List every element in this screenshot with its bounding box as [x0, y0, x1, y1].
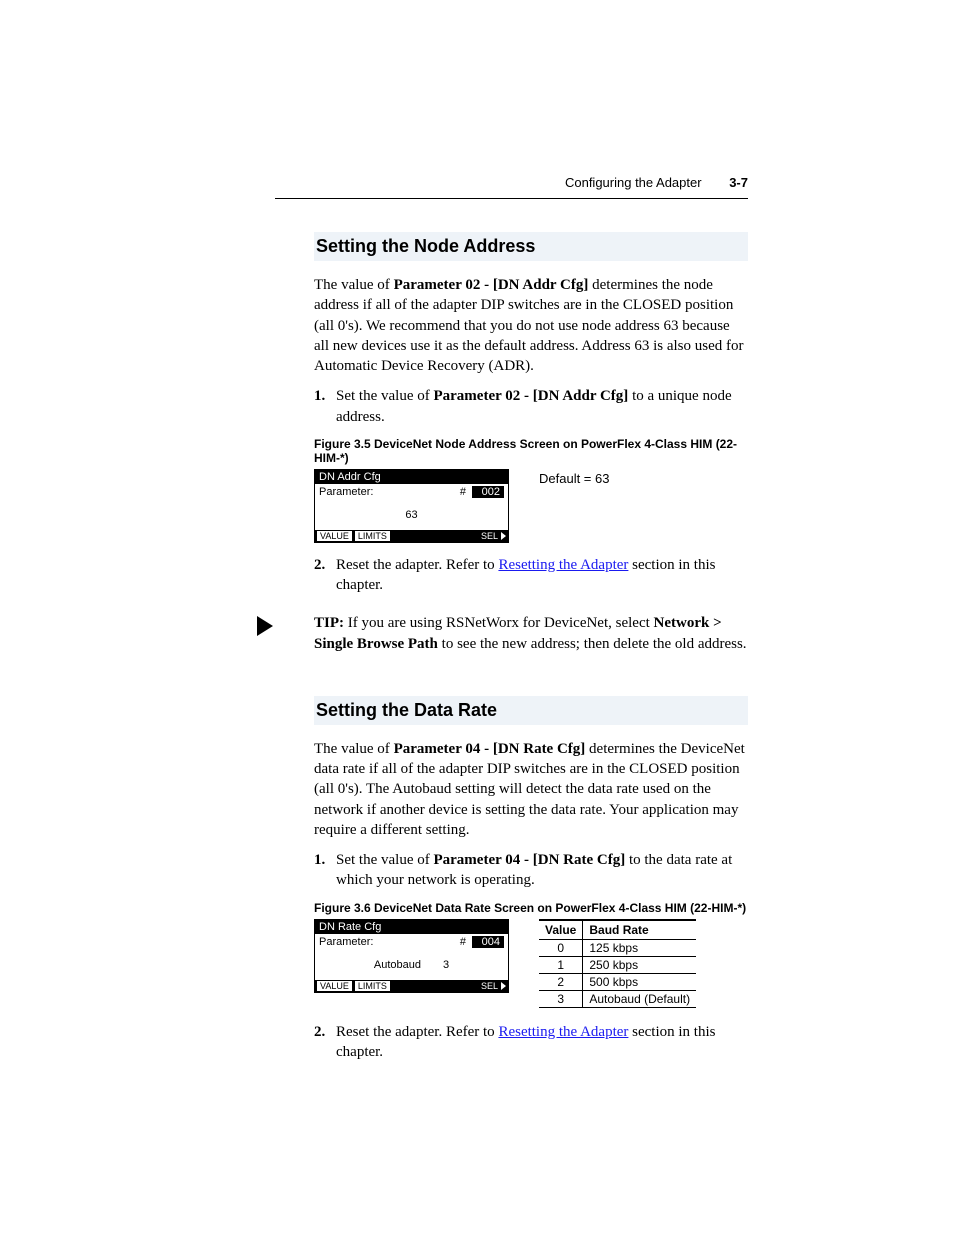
- header-section: Configuring the Adapter: [565, 175, 702, 190]
- him-value-display: Autobaud 3: [315, 950, 508, 980]
- table-row: 0 125 kbps: [539, 939, 696, 956]
- him-footer: VALUELIMITS SEL: [315, 980, 508, 992]
- node-address-paragraph: The value of Parameter 02 - [DN Addr Cfg…: [314, 275, 748, 376]
- him-title-bar: DN Addr Cfg: [315, 470, 508, 484]
- heading-node-address: Setting the Node Address: [314, 232, 748, 261]
- him-limits-button: LIMITS: [355, 981, 390, 991]
- him-title-bar: DN Rate Cfg: [315, 920, 508, 934]
- resetting-adapter-link[interactable]: Resetting the Adapter: [498, 557, 628, 573]
- page-header: Configuring the Adapter 3-7: [565, 175, 748, 190]
- header-page-number: 3-7: [729, 175, 748, 190]
- heading-data-rate: Setting the Data Rate: [314, 696, 748, 725]
- step-number: 1.: [314, 386, 336, 427]
- table-row: 1 250 kbps: [539, 956, 696, 973]
- col-baud-rate: Baud Rate: [583, 920, 696, 940]
- data-rate-step-1: 1. Set the value of Parameter 04 - [DN R…: [314, 850, 748, 891]
- figure-3-6-caption: Figure 3.6 DeviceNet Data Rate Screen on…: [314, 901, 748, 915]
- step-number: 2.: [314, 555, 336, 596]
- him-value-button: VALUE: [317, 531, 352, 541]
- tip-block: TIP: If you are using RSNetWorx for Devi…: [314, 613, 748, 654]
- him-limits-button: LIMITS: [355, 531, 390, 541]
- him-param-label: Parameter:: [319, 936, 373, 948]
- him-param-number: 002: [472, 486, 504, 498]
- him-param-label: Parameter:: [319, 486, 373, 498]
- table-row: 2 500 kbps: [539, 973, 696, 990]
- data-rate-step-2: 2. Reset the adapter. Refer to Resetting…: [314, 1022, 748, 1063]
- tip-triangle-icon: [257, 616, 273, 636]
- triangle-right-icon: [501, 982, 506, 990]
- figure-3-5-caption: Figure 3.5 DeviceNet Node Address Screen…: [314, 437, 748, 465]
- table-header-row: Value Baud Rate: [539, 920, 696, 940]
- header-rule: [275, 198, 748, 199]
- step-number: 1.: [314, 850, 336, 891]
- him-param-number: 004: [472, 936, 504, 948]
- him-screen-node-addr: DN Addr Cfg Parameter: # 002 63 VALUELIM…: [314, 469, 509, 543]
- him-sel-label: SEL: [481, 981, 498, 991]
- resetting-adapter-link[interactable]: Resetting the Adapter: [498, 1024, 628, 1040]
- him-value-button: VALUE: [317, 981, 352, 991]
- table-row: 3 Autobaud (Default): [539, 990, 696, 1007]
- baud-rate-table: Value Baud Rate 0 125 kbps 1 250 kbps 2 …: [539, 919, 696, 1008]
- default-note: Default = 63: [539, 471, 609, 486]
- him-footer: VALUELIMITS SEL: [315, 530, 508, 542]
- him-screen-data-rate: DN Rate Cfg Parameter: # 004 Autobaud 3 …: [314, 919, 509, 993]
- triangle-right-icon: [501, 532, 506, 540]
- him-value-display: 63: [315, 500, 508, 530]
- node-address-step-2: 2. Reset the adapter. Refer to Resetting…: [314, 555, 748, 596]
- node-address-step-1: 1. Set the value of Parameter 02 - [DN A…: [314, 386, 748, 427]
- data-rate-paragraph: The value of Parameter 04 - [DN Rate Cfg…: [314, 739, 748, 840]
- col-value: Value: [539, 920, 583, 940]
- him-sel-label: SEL: [481, 531, 498, 541]
- step-number: 2.: [314, 1022, 336, 1063]
